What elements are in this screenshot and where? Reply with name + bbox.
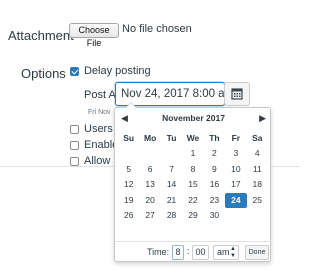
enable-checkbox[interactable] (70, 141, 79, 150)
time-bar: Time: 8 : 00 am ▲ ▼ Done (115, 241, 272, 261)
hour-input[interactable]: 8 (172, 245, 184, 260)
day-cell[interactable]: 19 (118, 193, 139, 209)
day-cell[interactable]: 21 (161, 193, 182, 209)
day-cell[interactable]: 6 (139, 162, 160, 178)
day-cell[interactable]: 2 (204, 146, 225, 162)
datepicker-popup: ◀ November 2017 ▶ Su Mo Tu We Th Fr Sa 1 2 3 4 5 6 7 8… (114, 102, 272, 262)
select-arrows-icon: ▲ ▼ (230, 246, 236, 259)
day-cell[interactable]: 12 (118, 177, 139, 193)
day-cell[interactable]: 3 (225, 146, 246, 162)
delay-posting-label: Delay posting (84, 65, 151, 77)
allow-likes-checkbox[interactable] (70, 157, 79, 166)
day-cell-selected[interactable]: 24 (225, 192, 247, 208)
file-status-text: No file chosen (122, 23, 192, 35)
calendar-icon (231, 88, 243, 100)
day-cell[interactable]: 29 (182, 208, 203, 224)
day-cell[interactable]: 20 (139, 193, 160, 209)
day-cell[interactable]: 8 (182, 162, 203, 178)
post-at-label: Post At (84, 89, 119, 101)
weekday-header: Sa (252, 133, 263, 143)
users-checkbox[interactable] (70, 125, 79, 134)
day-cell[interactable]: 23 (204, 193, 225, 209)
month-title: November 2017 (162, 113, 225, 123)
datepicker-header: ◀ November 2017 ▶ (115, 111, 272, 125)
day-cell[interactable]: 13 (139, 177, 160, 193)
day-cell[interactable]: 1 (182, 146, 203, 162)
day-cell[interactable]: 28 (161, 208, 182, 224)
weekday-header: Fr (231, 133, 241, 143)
empty-day-cell (161, 146, 182, 162)
time-colon: : (187, 246, 190, 256)
weekday-header: We (186, 133, 200, 143)
day-cell[interactable]: 30 (204, 208, 225, 224)
day-cell[interactable]: 9 (204, 162, 225, 178)
ampm-select[interactable]: am ▲ ▼ (213, 245, 239, 260)
choose-file-button[interactable]: Choose File (69, 23, 119, 48)
day-cell[interactable]: 14 (161, 177, 182, 193)
weekday-header: Mo (143, 133, 157, 143)
day-cell[interactable]: 7 (161, 162, 182, 178)
calendar-grid: Su Mo Tu We Th Fr Sa 1 2 3 4 5 6 7 8 9 10 11 12 13 14 15 16 17 1… (118, 130, 268, 224)
day-cell[interactable]: 27 (139, 208, 160, 224)
minute-input[interactable]: 00 (192, 245, 209, 260)
day-cell[interactable]: 15 (182, 177, 203, 193)
day-cell[interactable]: 25 (247, 193, 268, 209)
weekday-header: Tu (166, 133, 177, 143)
day-cell[interactable]: 26 (118, 208, 139, 224)
empty-day-cell (225, 208, 246, 224)
calendar-button[interactable] (224, 82, 250, 106)
day-cell[interactable]: 22 (182, 193, 203, 209)
day-cell[interactable]: 4 (247, 146, 268, 162)
day-cell[interactable]: 11 (247, 162, 268, 178)
empty-day-cell (118, 146, 139, 162)
day-cell[interactable]: 16 (204, 177, 225, 193)
day-cell[interactable]: 10 (225, 162, 246, 178)
day-cell[interactable]: 5 (118, 162, 139, 178)
empty-day-cell (247, 208, 268, 224)
ampm-value: am (217, 247, 230, 257)
time-label: Time: (147, 247, 170, 257)
done-button[interactable]: Done (245, 245, 269, 260)
options-label: Options (21, 66, 66, 81)
day-cell[interactable]: 18 (247, 177, 268, 193)
weekday-header: Su (123, 133, 135, 143)
empty-day-cell (139, 146, 160, 162)
weekday-header: Th (209, 133, 220, 143)
attachment-label: Attachment (8, 28, 74, 43)
day-cell[interactable]: 17 (225, 177, 246, 193)
delay-posting-checkbox[interactable] (70, 67, 79, 76)
triangle-right-icon[interactable]: ▶ (259, 112, 266, 124)
weekday-hint: Fri Nov (88, 109, 111, 116)
